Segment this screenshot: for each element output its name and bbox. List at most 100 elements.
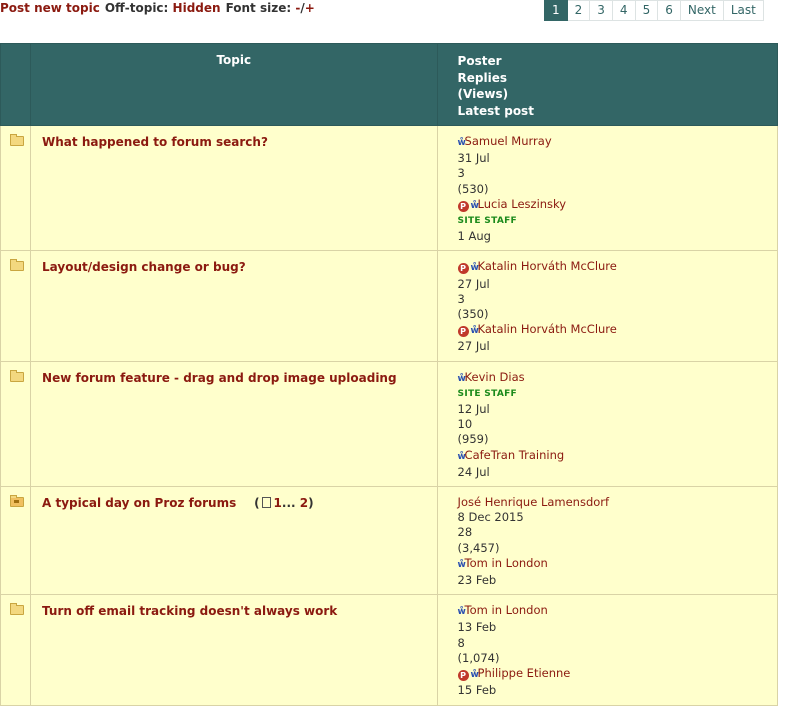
pro-badge-icon: P xyxy=(457,200,469,212)
last-post-date: 1 Aug xyxy=(457,229,491,244)
reply-count: 3 xyxy=(457,291,465,306)
table-row: A typical day on Proz forums (1... 2) Jo… xyxy=(0,486,779,596)
posted-date: 31 Jul xyxy=(457,151,490,166)
last-poster-name-link[interactable]: CafeTran Training xyxy=(465,448,565,462)
view-count: (350) xyxy=(457,307,489,322)
table-row: Layout/design change or bug? PẘKatalin H… xyxy=(0,250,779,362)
reply-count: 10 xyxy=(457,417,473,432)
reply-count: 28 xyxy=(457,525,473,540)
topic-pages: (1... 2) xyxy=(254,496,314,510)
topic-icon-cell xyxy=(0,250,32,362)
header-views[interactable]: (Views) xyxy=(458,86,777,103)
folder-icon xyxy=(10,259,24,272)
pagination: 1 2 3 4 5 6 Next Last xyxy=(544,0,764,21)
folder-icon xyxy=(10,369,24,382)
page-5-button[interactable]: 5 xyxy=(635,0,659,21)
site-staff-badge: SITE STAFF xyxy=(457,388,517,399)
topic-cell: A typical day on Proz forums (1... 2) xyxy=(30,486,438,596)
header-latest-post[interactable]: Latest post xyxy=(458,103,777,120)
pages-close-paren: ) xyxy=(308,496,314,511)
topic-icon-cell xyxy=(0,594,32,706)
page-2-button[interactable]: 2 xyxy=(567,0,591,21)
forum-toolbar: Post new topic Off-topic: Hidden Font size… xyxy=(0,1,315,15)
pages-open-paren: ( xyxy=(254,496,260,511)
page-4-button[interactable]: 4 xyxy=(612,0,636,21)
posted-date: 8 Dec 2015 xyxy=(457,510,524,525)
poster-name-link[interactable]: Kevin Dias xyxy=(465,370,525,384)
topic-title-link[interactable]: Turn off email tracking doesn't always w… xyxy=(42,604,337,618)
last-post-date: 23 Feb xyxy=(457,573,497,588)
poster-cell: ẘSamuel Murray 31 Jul 3 (530) PẘLucia Le… xyxy=(436,124,779,252)
page-3-button[interactable]: 3 xyxy=(590,0,613,21)
poster-name-link[interactable]: José Henrique Lamensdorf xyxy=(458,495,610,509)
page-icon xyxy=(261,497,271,509)
page-1-button[interactable]: 1 xyxy=(544,0,568,21)
user-icon: ẘ xyxy=(457,559,466,570)
last-poster-name-link[interactable]: Philippe Etienne xyxy=(478,666,571,680)
folder-icon xyxy=(10,134,24,146)
user-icon: ẘ xyxy=(470,200,479,211)
topic-cell: Turn off email tracking doesn't always w… xyxy=(30,594,438,706)
reply-count: 8 xyxy=(457,635,465,650)
user-icon: ẘ xyxy=(457,138,466,148)
poster-cell: ẘKevin Dias SITE STAFF 12 Jul 10 (959) ẘ… xyxy=(436,360,779,488)
topic-cell: New forum feature - drag and drop image … xyxy=(30,360,438,488)
off-topic-toggle-link[interactable]: Hidden xyxy=(173,1,221,15)
topic-cell: Layout/design change or bug? xyxy=(30,250,438,362)
site-staff-badge: SITE STAFF xyxy=(457,216,517,227)
view-count: (3,457) xyxy=(457,540,500,555)
topic-icon-cell xyxy=(0,360,32,488)
next-page-button[interactable]: Next xyxy=(680,0,724,21)
view-count: (530) xyxy=(457,181,489,196)
user-icon: ẘ xyxy=(457,607,466,618)
topic-title-link[interactable]: Layout/design change or bug? xyxy=(42,260,246,274)
topic-title-link[interactable]: A typical day on Proz forums xyxy=(42,496,236,510)
pro-badge-icon: P xyxy=(457,263,469,275)
last-page-button[interactable]: Last xyxy=(723,0,764,21)
header-poster-cell: Poster Replies (Views) Latest post xyxy=(436,43,779,126)
topic-title-link[interactable]: New forum feature - drag and drop image … xyxy=(42,371,397,385)
view-count: (959) xyxy=(457,432,489,447)
user-icon: ẘ xyxy=(470,670,479,681)
header-icon-cell xyxy=(0,43,32,126)
off-topic-label: Off-topic: xyxy=(104,1,169,15)
font-increase-link[interactable]: + xyxy=(305,1,315,15)
posted-date: 13 Feb xyxy=(457,620,497,635)
posted-date: 12 Jul xyxy=(457,402,490,417)
font-size-label: Font size: xyxy=(225,1,292,15)
user-icon: ẘ xyxy=(470,263,479,274)
user-icon: ẘ xyxy=(457,373,466,384)
header-topic[interactable]: Topic xyxy=(30,43,438,126)
poster-name-link[interactable]: Tom in London xyxy=(465,603,548,617)
user-icon: ẘ xyxy=(470,326,479,337)
posted-date: 27 Jul xyxy=(457,276,490,291)
header-replies[interactable]: Replies xyxy=(458,70,777,87)
hot-folder-icon xyxy=(10,495,24,508)
last-poster-name-link[interactable]: Katalin Horváth McClure xyxy=(478,322,617,336)
view-count: (1,074) xyxy=(457,650,500,665)
poster-cell: PẘKatalin Horváth McClure 27 Jul 3 (350)… xyxy=(436,250,779,362)
topic-title-link[interactable]: What happened to forum search? xyxy=(42,135,268,149)
table-row: What happened to forum search? ẘSamuel M… xyxy=(0,124,779,252)
header-poster[interactable]: Poster xyxy=(458,53,777,70)
poster-name-link[interactable]: Samuel Murray xyxy=(465,134,552,148)
reply-count: 3 xyxy=(457,166,465,181)
post-new-topic-link[interactable]: Post new topic xyxy=(0,1,100,15)
last-poster-name-link[interactable]: Lucia Leszinsky xyxy=(478,197,567,211)
table-header-row: Topic Poster Replies (Views) Latest post xyxy=(0,43,779,126)
pro-badge-icon: P xyxy=(457,670,469,682)
topic-icon-cell xyxy=(0,486,32,596)
table-row: New forum feature - drag and drop image … xyxy=(0,360,779,488)
poster-name-link[interactable]: Katalin Horváth McClure xyxy=(478,259,617,273)
poster-cell: ẘTom in London 13 Feb 8 (1,074) PẘPhilip… xyxy=(436,594,779,706)
pro-badge-icon: P xyxy=(457,326,469,338)
top-bar: Post new topic Off-topic: Hidden Font size… xyxy=(0,0,800,21)
last-poster-name-link[interactable]: Tom in London xyxy=(465,556,548,570)
topic-cell: What happened to forum search? xyxy=(30,124,438,252)
pages-ellipsis: ... xyxy=(281,496,296,511)
topic-page-1-link[interactable]: 1 xyxy=(274,496,282,510)
folder-icon xyxy=(10,603,24,616)
topic-icon-cell xyxy=(0,124,32,252)
topic-page-2-link[interactable]: 2 xyxy=(300,496,308,510)
page-6-button[interactable]: 6 xyxy=(658,0,681,21)
